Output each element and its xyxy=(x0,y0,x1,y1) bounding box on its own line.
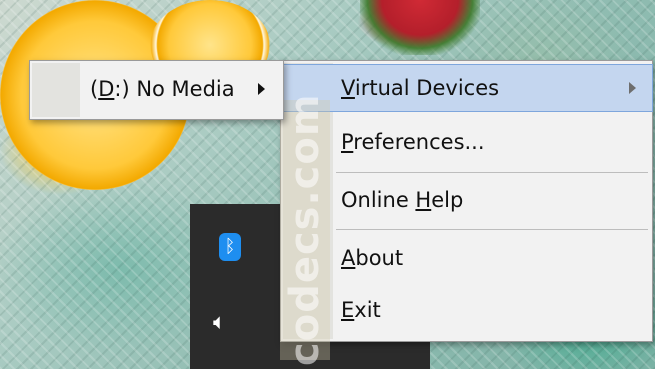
bluetooth-icon[interactable]: ᛒ xyxy=(219,233,241,261)
menu-item-online-help[interactable]: Online Help xyxy=(281,177,652,223)
menu-item-virtual-devices[interactable]: Virtual Devices xyxy=(280,64,653,112)
context-menu: Virtual Devices Preferences... Online He… xyxy=(280,60,653,342)
submenu-item-label: (D:) No Media xyxy=(90,77,235,101)
menu-separator xyxy=(336,172,648,173)
menu-item-label: Online Help xyxy=(341,188,464,212)
menu-item-preferences[interactable]: Preferences... xyxy=(281,119,652,165)
menu-item-exit[interactable]: Exit xyxy=(281,287,652,333)
menu-item-label: Virtual Devices xyxy=(341,76,500,100)
menu-item-label: Preferences... xyxy=(341,130,485,154)
submenu: (D:) No Media xyxy=(29,60,284,120)
wallpaper-strawberry xyxy=(360,0,480,55)
submenu-arrow-icon xyxy=(258,83,265,95)
menu-item-label: Exit xyxy=(341,298,381,322)
watermark-logo: codecs.com xyxy=(280,93,330,367)
menu-item-label: About xyxy=(341,246,404,270)
menu-separator xyxy=(336,229,648,230)
speaker-icon[interactable]: 🔈︎ xyxy=(213,312,226,334)
submenu-item-drive-d[interactable]: (D:) No Media xyxy=(30,65,283,113)
submenu-arrow-icon xyxy=(629,82,636,94)
menu-item-about[interactable]: About xyxy=(281,235,652,281)
